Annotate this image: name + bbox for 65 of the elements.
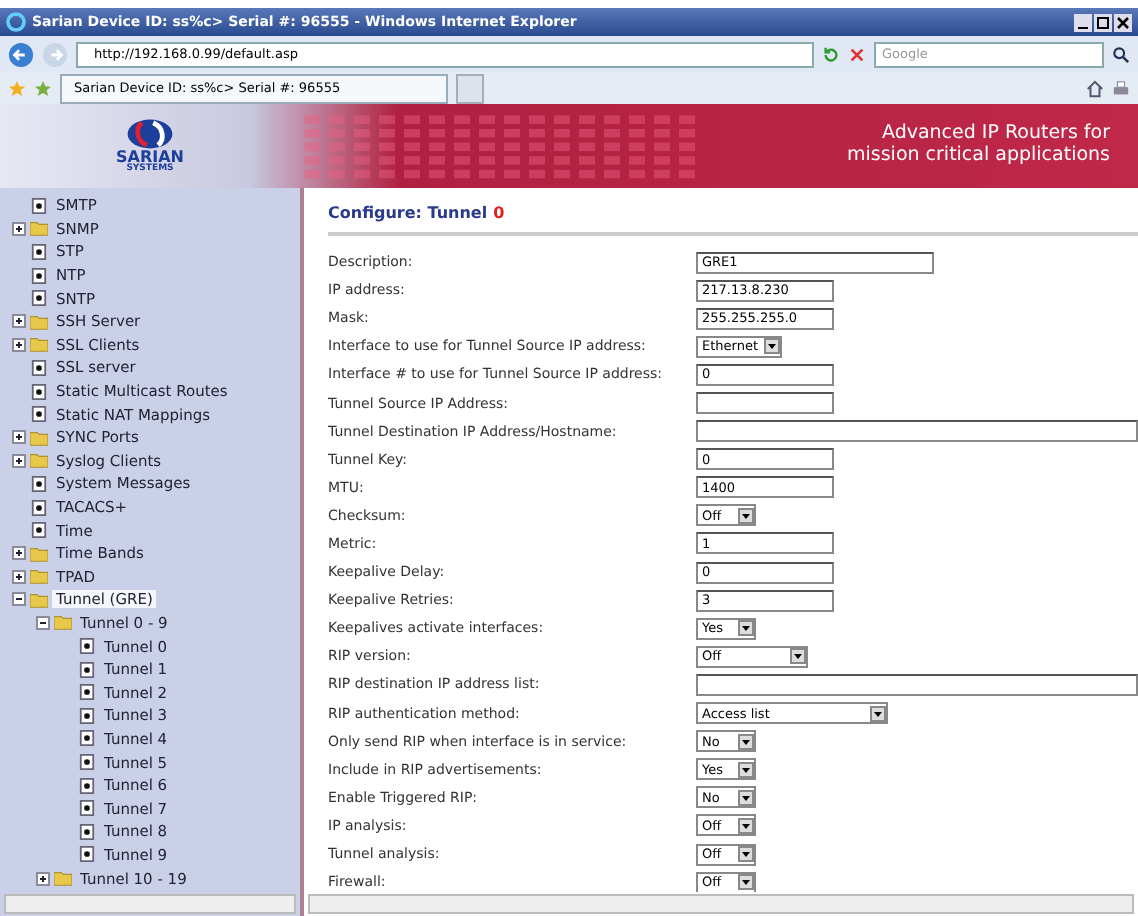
page-icon [78,754,96,771]
expand-icon[interactable] [12,453,26,468]
page-icon [30,383,48,400]
page-icon [30,499,48,516]
dropdown-arrow-icon [738,817,754,834]
page-icon [78,684,96,701]
expand-icon[interactable] [12,314,26,329]
page-icon [78,707,96,724]
back-icon[interactable] [8,41,34,67]
folder-icon [54,870,72,887]
form-title: Configure: Tunnel [328,203,488,221]
logo-name: SARIAN [116,149,184,166]
minimize-icon[interactable] [1074,13,1092,31]
collapse-icon[interactable] [12,592,26,607]
expand-icon[interactable] [12,569,26,584]
close-icon[interactable] [1114,13,1132,31]
page-icon [78,730,96,747]
input-field[interactable] [696,392,834,415]
browser-icon [6,12,26,32]
page-icon [30,475,48,492]
folder-icon [30,220,48,237]
page-icon [78,638,96,655]
page-icon [30,359,48,376]
dropdown-arrow-icon [738,620,754,637]
maximize-icon[interactable] [1094,13,1112,31]
page-icon [78,661,96,678]
page-icon [30,522,48,539]
home-icon[interactable] [1086,79,1104,97]
page-icon [30,267,48,284]
page-icon [30,197,48,214]
page-icon [30,243,48,260]
page-icon [78,800,96,817]
dropdown-arrow-icon [738,874,754,891]
collapse-icon[interactable] [36,615,50,630]
horizontal-scrollbar[interactable] [4,894,296,914]
expand-icon[interactable] [12,337,26,352]
logo-icon [124,117,176,150]
dropdown-arrow-icon [764,338,780,355]
page-icon [30,290,48,307]
expand-icon[interactable] [36,871,50,886]
refresh-icon[interactable] [822,45,840,63]
print-icon[interactable] [1112,79,1130,97]
horizontal-scrollbar[interactable] [308,894,1134,914]
tagline: mission critical applications [847,146,1110,168]
dropdown-arrow-icon [870,705,886,722]
page-icon [78,846,96,863]
input-field[interactable] [696,420,1138,443]
page-icon [78,777,96,794]
tunnel-number: 0 [493,203,505,221]
page-icon [78,823,96,840]
dropdown-arrow-icon [738,846,754,863]
input-field[interactable] [696,673,1138,696]
favorites-star-icon[interactable] [8,79,26,97]
dropdown-arrow-icon [738,733,754,750]
stop-icon[interactable] [848,45,866,63]
dropdown-arrow-icon [738,761,754,778]
expand-icon[interactable] [12,430,26,445]
dropdown-arrow-icon [790,648,806,665]
dropdown-arrow-icon [738,507,754,524]
tagline: Advanced IP Routers for [881,124,1110,145]
page-icon [30,406,48,423]
expand-icon[interactable] [12,546,26,561]
dropdown-arrow-icon [738,789,754,806]
expand-icon[interactable] [12,221,26,236]
search-icon[interactable] [1112,45,1130,63]
